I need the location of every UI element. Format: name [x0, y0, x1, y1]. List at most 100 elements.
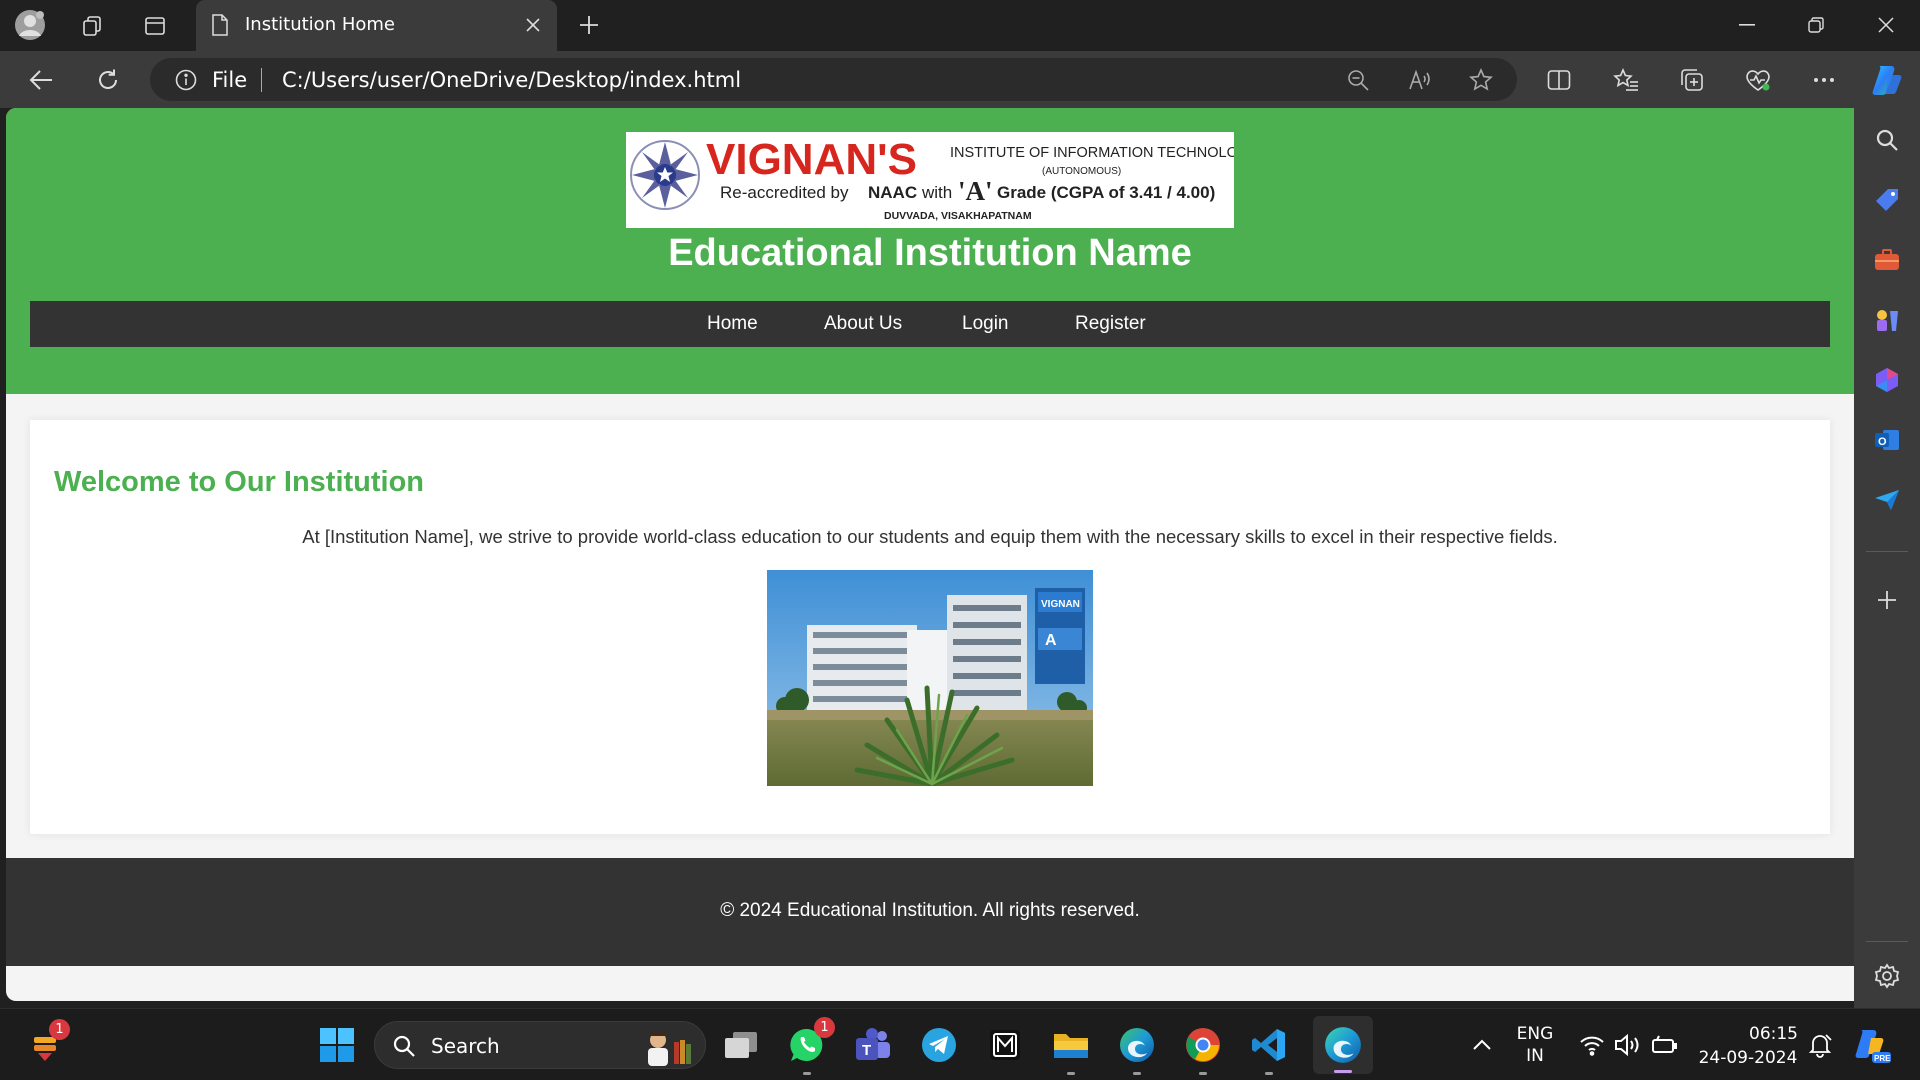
logo-accreditation-body: NAAC: [868, 183, 917, 202]
page-icon: [210, 13, 230, 37]
settings-icon[interactable]: [1872, 961, 1902, 991]
shopping-tag-icon[interactable]: [1872, 185, 1902, 215]
search-highlight-image: [637, 1026, 697, 1066]
site-footer: © 2024 Educational Institution. All righ…: [6, 858, 1854, 966]
main-content: Welcome to Our Institution At [Instituti…: [30, 420, 1830, 834]
photo-sign-text: VIGNAN: [1041, 599, 1080, 610]
sidebar-divider-bottom: [1866, 941, 1908, 942]
svg-text:O: O: [1878, 436, 1887, 448]
close-icon[interactable]: [522, 14, 544, 36]
language-line1: ENG: [1516, 1024, 1554, 1044]
refresh-icon[interactable]: [93, 65, 123, 95]
favorites-icon[interactable]: [1611, 65, 1641, 95]
microsoft-365-icon[interactable]: [1872, 365, 1902, 395]
nav-about-link[interactable]: About Us: [824, 313, 902, 335]
edge-dev-icon[interactable]: [1313, 1016, 1373, 1074]
copilot-icon[interactable]: [1868, 61, 1906, 99]
tray-chevron-icon[interactable]: [1460, 1023, 1504, 1067]
send-icon[interactable]: [1872, 485, 1902, 515]
weather-widget-icon[interactable]: 1: [24, 1019, 70, 1067]
edge-sidebar: O: [1854, 108, 1920, 1008]
file-explorer-icon[interactable]: [1049, 1023, 1093, 1075]
logo-location-text: DUVVADA, VISAKHAPATNAM: [884, 210, 1032, 222]
outlook-icon[interactable]: O: [1872, 425, 1902, 455]
chrome-icon[interactable]: [1181, 1023, 1225, 1075]
logo-brand-text: VIGNAN'S: [706, 135, 917, 184]
vscode-icon[interactable]: [1247, 1023, 1291, 1075]
browser-toolbar: File C:/Users/user/OneDrive/Desktop/inde…: [0, 51, 1920, 108]
site-header: VIGNAN'S INSTITUTE OF INFORMATION TECHNO…: [6, 108, 1854, 394]
search-magnifier-icon: [391, 1033, 417, 1059]
favorite-star-icon[interactable]: [1468, 68, 1494, 92]
nav-home-link[interactable]: Home: [707, 313, 758, 335]
workspaces-icon[interactable]: [78, 12, 106, 40]
clock[interactable]: 06:15 24-09-2024: [1694, 1022, 1802, 1070]
whatsapp-icon[interactable]: 1: [785, 1017, 835, 1075]
whatsapp-running-indicator: [803, 1072, 811, 1075]
vertical-tabs-icon[interactable]: [141, 12, 169, 40]
browser-essentials-icon[interactable]: [1743, 65, 1773, 95]
whatsapp-badge: 1: [814, 1017, 835, 1038]
address-bar[interactable]: File C:/Users/user/OneDrive/Desktop/inde…: [150, 58, 1517, 101]
footer-copyright: © 2024 Educational Institution. All righ…: [720, 900, 1140, 921]
tab-strip: Institution Home: [0, 0, 1920, 51]
edge-dev-active-indicator: [1334, 1070, 1352, 1073]
profile-avatar-icon[interactable]: [14, 9, 46, 41]
logo-accreditation-prefix: Re-accredited by: [720, 183, 849, 202]
svg-text:PRE: PRE: [1874, 1054, 1891, 1063]
windows-taskbar: 1 Search 1 T ENG IN 06:15 24-09-2024 PRE: [0, 1008, 1920, 1080]
logo-grade-text: Grade (CGPA of 3.41 / 4.00): [997, 183, 1215, 202]
split-screen-icon[interactable]: [1544, 65, 1574, 95]
address-separator: [261, 68, 262, 92]
copilot-pre-icon[interactable]: PRE: [1850, 1023, 1894, 1067]
photo-sign-grade: A: [1045, 632, 1057, 649]
logo-institute-text: INSTITUTE OF INFORMATION TECHNOLOGY: [950, 145, 1234, 161]
restore-icon[interactable]: [1788, 8, 1844, 42]
nav-login-link[interactable]: Login: [962, 313, 1009, 335]
battery-icon[interactable]: [1642, 1023, 1686, 1067]
back-icon[interactable]: [26, 65, 56, 95]
institution-logo: VIGNAN'S INSTITUTE OF INFORMATION TECHNO…: [626, 132, 1234, 228]
svg-text:T: T: [862, 1042, 871, 1059]
info-icon[interactable]: [174, 68, 198, 92]
logo-grade-letter: 'A': [958, 176, 993, 206]
task-view-icon[interactable]: [719, 1023, 763, 1067]
collections-icon[interactable]: [1677, 65, 1707, 95]
close-window-icon[interactable]: [1858, 8, 1914, 42]
more-icon[interactable]: [1809, 65, 1839, 95]
edge-icon[interactable]: [1115, 1023, 1159, 1075]
notification-icon[interactable]: [1798, 1023, 1842, 1067]
new-tab-icon[interactable]: [575, 11, 603, 39]
tab-title: Institution Home: [245, 14, 395, 35]
url-text[interactable]: C:/Users/user/OneDrive/Desktop/index.htm…: [282, 68, 741, 92]
sidebar-divider: [1866, 551, 1908, 552]
explorer-running-indicator: [1067, 1072, 1075, 1075]
logo-autonomous-text: (AUTONOMOUS): [1042, 166, 1121, 177]
taskbar-search[interactable]: Search: [374, 1021, 706, 1069]
notebook-icon[interactable]: [983, 1023, 1027, 1067]
search-icon[interactable]: [1872, 125, 1902, 155]
edge-running-indicator: [1133, 1072, 1141, 1075]
site-title: Educational Institution Name: [668, 232, 1192, 274]
read-aloud-icon[interactable]: [1407, 68, 1433, 92]
games-icon[interactable]: [1872, 305, 1902, 335]
clock-date: 24-09-2024: [1698, 1048, 1798, 1068]
campus-photo: VIGNAN A: [767, 570, 1093, 786]
chrome-running-indicator: [1199, 1072, 1207, 1075]
main-nav: Home About Us Login Register: [30, 301, 1830, 347]
active-tab[interactable]: Institution Home: [196, 0, 557, 51]
zoom-out-icon[interactable]: [1346, 68, 1370, 92]
add-icon[interactable]: [1872, 585, 1902, 615]
page-viewport: VIGNAN'S INSTITUTE OF INFORMATION TECHNO…: [6, 108, 1854, 1001]
start-icon[interactable]: [315, 1023, 359, 1067]
intro-paragraph: At [Institution Name], we strive to prov…: [302, 526, 1558, 547]
logo-graphic: VIGNAN'S INSTITUTE OF INFORMATION TECHNO…: [630, 135, 1234, 222]
search-label: Search: [431, 1034, 500, 1058]
logo-accreditation-with: with: [921, 183, 952, 202]
tools-icon[interactable]: [1872, 245, 1902, 275]
language-indicator[interactable]: ENG IN: [1512, 1023, 1558, 1067]
telegram-icon[interactable]: [917, 1023, 961, 1067]
nav-register-link[interactable]: Register: [1075, 313, 1146, 335]
teams-icon[interactable]: T: [851, 1023, 895, 1067]
minimize-icon[interactable]: [1719, 8, 1775, 42]
